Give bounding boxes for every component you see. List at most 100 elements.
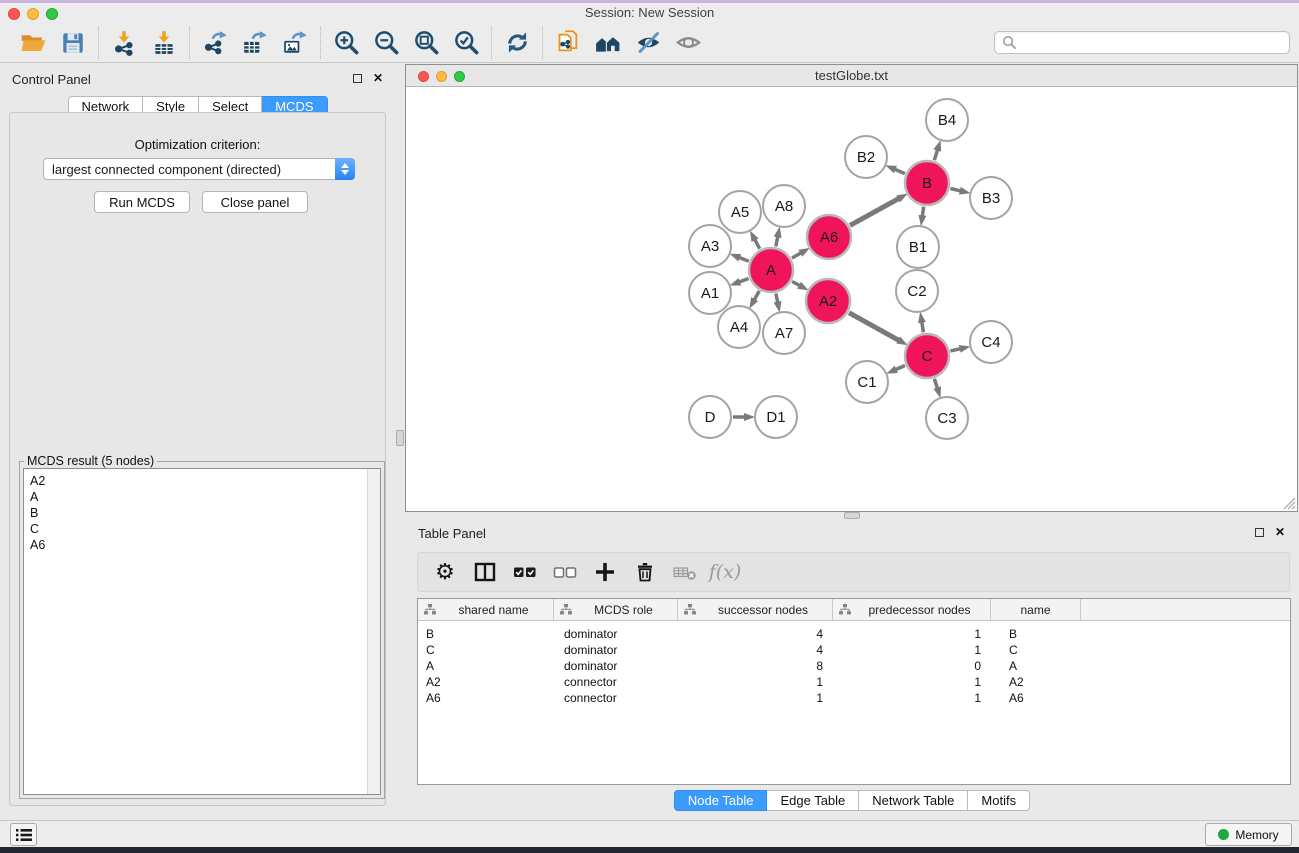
table-row[interactable]: Cdominator41C bbox=[418, 642, 1290, 658]
cell-name[interactable]: B bbox=[991, 627, 1081, 641]
graph-node-C2[interactable]: C2 bbox=[896, 270, 938, 312]
cell-predecessor-nodes[interactable]: 1 bbox=[833, 691, 991, 705]
graph-node-C[interactable]: C bbox=[905, 334, 949, 378]
hide-selected-icon[interactable] bbox=[632, 27, 664, 59]
graph-node-D[interactable]: D bbox=[689, 396, 731, 438]
mcds-result-item[interactable]: A2 bbox=[24, 473, 380, 489]
mcds-result-list[interactable]: A2ABCA6 bbox=[23, 468, 381, 795]
graph-node-A8[interactable]: A8 bbox=[763, 185, 805, 227]
copy-session-icon[interactable] bbox=[552, 27, 584, 59]
search-box[interactable] bbox=[994, 31, 1290, 54]
column-header-name[interactable]: name bbox=[991, 599, 1081, 620]
edge-A2-C[interactable] bbox=[849, 313, 902, 342]
cell-name[interactable]: C bbox=[991, 643, 1081, 657]
graph-node-A3[interactable]: A3 bbox=[689, 225, 731, 267]
graph-node-B4[interactable]: B4 bbox=[926, 99, 968, 141]
column-header-MCDS-role[interactable]: MCDS role bbox=[554, 599, 678, 620]
edge-B-B4[interactable] bbox=[934, 147, 938, 160]
export-table-icon[interactable] bbox=[239, 27, 271, 59]
cell-MCDS-role[interactable]: connector bbox=[554, 675, 678, 689]
edge-A-A6[interactable] bbox=[792, 251, 804, 258]
close-icon[interactable]: ✕ bbox=[373, 73, 383, 83]
mcds-result-item[interactable]: C bbox=[24, 521, 380, 537]
tab-network-table[interactable]: Network Table bbox=[859, 790, 968, 811]
run-mcds-button[interactable]: Run MCDS bbox=[94, 191, 190, 213]
edge-B-B1[interactable] bbox=[922, 207, 924, 220]
graph-node-D1[interactable]: D1 bbox=[755, 396, 797, 438]
task-history-button[interactable] bbox=[10, 823, 37, 846]
cell-MCDS-role[interactable]: dominator bbox=[554, 627, 678, 641]
table-row[interactable]: Adominator80A bbox=[418, 658, 1290, 674]
cell-shared-name[interactable]: B bbox=[418, 627, 554, 641]
refresh-icon[interactable] bbox=[501, 27, 533, 59]
tab-motifs[interactable]: Motifs bbox=[968, 790, 1030, 811]
delete-table-icon[interactable] bbox=[672, 559, 698, 585]
zoom-selected-icon[interactable] bbox=[450, 27, 482, 59]
graph-node-A[interactable]: A bbox=[749, 248, 793, 292]
table-row[interactable]: Bdominator41B bbox=[418, 626, 1290, 642]
delete-column-icon[interactable] bbox=[632, 559, 658, 585]
cell-successor-nodes[interactable]: 8 bbox=[678, 659, 833, 673]
splitpane-grip[interactable] bbox=[844, 512, 860, 519]
edge-A6-B[interactable] bbox=[850, 197, 902, 225]
graph-node-A7[interactable]: A7 bbox=[763, 312, 805, 354]
graph-node-B3[interactable]: B3 bbox=[970, 177, 1012, 219]
import-table-icon[interactable] bbox=[148, 27, 180, 59]
cell-successor-nodes[interactable]: 4 bbox=[678, 627, 833, 641]
cell-MCDS-role[interactable]: dominator bbox=[554, 643, 678, 657]
deselect-all-icon[interactable] bbox=[552, 559, 578, 585]
cell-shared-name[interactable]: A2 bbox=[418, 675, 554, 689]
cell-shared-name[interactable]: A6 bbox=[418, 691, 554, 705]
column-header-shared-name[interactable]: shared name bbox=[418, 599, 554, 620]
edge-C-C4[interactable] bbox=[950, 348, 963, 351]
graph-node-A4[interactable]: A4 bbox=[718, 306, 760, 348]
import-network-icon[interactable] bbox=[108, 27, 140, 59]
cell-successor-nodes[interactable]: 1 bbox=[678, 675, 833, 689]
cell-predecessor-nodes[interactable]: 1 bbox=[833, 643, 991, 657]
export-image-icon[interactable] bbox=[279, 27, 311, 59]
edge-A-A4[interactable] bbox=[753, 291, 760, 303]
network-canvas[interactable]: B4B2BB3A5A8A6A3B1AA1C2A2A4A7C4CC1C3DD1 bbox=[406, 87, 1297, 511]
float-icon[interactable] bbox=[1255, 528, 1264, 537]
mcds-result-item[interactable]: B bbox=[24, 505, 380, 521]
cell-shared-name[interactable]: A bbox=[418, 659, 554, 673]
memory-button[interactable]: Memory bbox=[1205, 823, 1292, 846]
save-session-icon[interactable] bbox=[57, 27, 89, 59]
edge-A-A5[interactable] bbox=[753, 237, 760, 249]
cell-MCDS-role[interactable]: dominator bbox=[554, 659, 678, 673]
open-folder-icon[interactable] bbox=[17, 27, 49, 59]
cell-predecessor-nodes[interactable]: 1 bbox=[833, 627, 991, 641]
tab-edge-table[interactable]: Edge Table bbox=[767, 790, 859, 811]
zoom-out-icon[interactable] bbox=[370, 27, 402, 59]
cell-name[interactable]: A6 bbox=[991, 691, 1081, 705]
close-panel-button[interactable]: Close panel bbox=[202, 191, 308, 213]
add-column-icon[interactable] bbox=[592, 559, 618, 585]
optimization-dropdown[interactable]: largest connected component (directed) bbox=[43, 158, 355, 180]
edge-A-A7[interactable] bbox=[776, 294, 778, 306]
edge-A-A3[interactable] bbox=[736, 256, 749, 261]
home-icon[interactable] bbox=[592, 27, 624, 59]
zoom-fit-icon[interactable] bbox=[410, 27, 442, 59]
graph-node-C4[interactable]: C4 bbox=[970, 321, 1012, 363]
cell-successor-nodes[interactable]: 4 bbox=[678, 643, 833, 657]
graph-node-A5[interactable]: A5 bbox=[719, 191, 761, 233]
resize-grip-icon[interactable] bbox=[1280, 494, 1296, 510]
splitpane-grip[interactable] bbox=[396, 430, 404, 446]
cell-predecessor-nodes[interactable]: 1 bbox=[833, 675, 991, 689]
table-row[interactable]: A6connector11A6 bbox=[418, 690, 1290, 706]
network-window-titlebar[interactable]: testGlobe.txt bbox=[406, 65, 1297, 87]
cell-MCDS-role[interactable]: connector bbox=[554, 691, 678, 705]
edge-B-B3[interactable] bbox=[950, 189, 963, 192]
edge-A-A2[interactable] bbox=[792, 282, 802, 288]
edge-C-C2[interactable] bbox=[921, 319, 923, 333]
graph-node-A1[interactable]: A1 bbox=[689, 272, 731, 314]
scrollbar[interactable] bbox=[367, 469, 380, 794]
graph-node-C1[interactable]: C1 bbox=[846, 361, 888, 403]
graph-node-B[interactable]: B bbox=[905, 161, 949, 205]
cell-name[interactable]: A bbox=[991, 659, 1081, 673]
function-builder-icon[interactable]: f(x) bbox=[712, 559, 738, 585]
float-icon[interactable] bbox=[353, 74, 362, 83]
graph-node-A2[interactable]: A2 bbox=[806, 279, 850, 323]
cell-successor-nodes[interactable]: 1 bbox=[678, 691, 833, 705]
search-input[interactable] bbox=[1017, 35, 1283, 50]
